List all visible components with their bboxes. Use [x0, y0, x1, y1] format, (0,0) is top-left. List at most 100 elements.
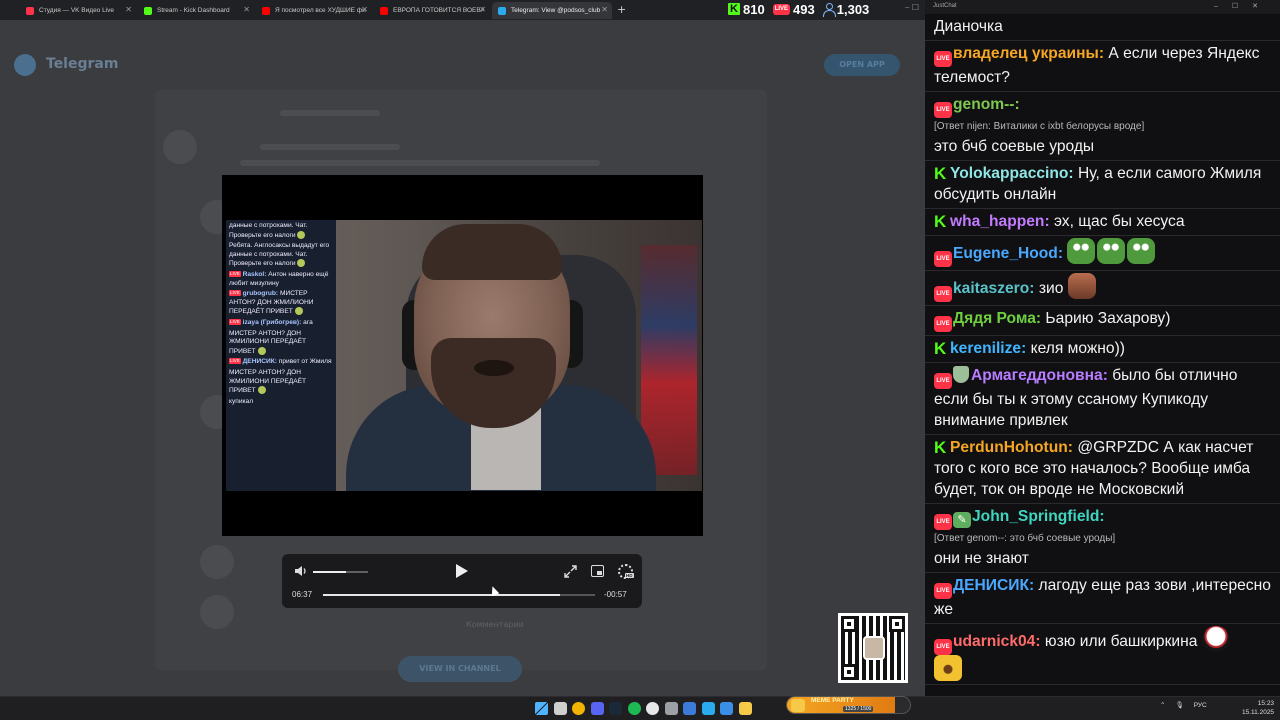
picture-in-picture-icon[interactable]	[591, 565, 604, 577]
browser-tab[interactable]: Stream - Kick Dashboard ✕	[138, 2, 254, 19]
chat-nickname[interactable]: udarnick04:	[953, 633, 1041, 650]
emote-icon	[257, 386, 266, 395]
chat-message: LIVE Армагеддоновна: было бы отлично если…	[925, 363, 1280, 435]
obs-icon[interactable]	[646, 702, 659, 715]
comments-label[interactable]: Комментарии	[466, 620, 524, 629]
window-controls[interactable]: ⎯ ☐	[905, 3, 919, 13]
chat-message: LIVE Eugene_Hood:	[925, 236, 1280, 271]
chat-nickname[interactable]: kerenilize:	[950, 340, 1026, 357]
shield-badge-icon	[953, 366, 969, 383]
video-chat-text: привет от Жмиля	[278, 358, 332, 366]
chat-text: юзю или башкиркина	[1044, 633, 1198, 650]
browser-tab[interactable]: ЕВРОПА ГОТОВИТСЯ ВОЕВАТЬ...✕	[374, 2, 490, 19]
meme-party-progress: MEME PARTY 1325 / 1500	[786, 696, 911, 714]
tab-close-icon[interactable]: ✕	[125, 5, 132, 14]
search-icon[interactable]	[553, 702, 567, 715]
browser-window: Студия — VK Видео Live ✕ Stream - Kick Das…	[0, 0, 925, 696]
remaining-time: -00:57	[604, 590, 627, 599]
chat-panel: JustChat –☐✕ Дианочка LIVE владелец украин…	[925, 0, 1280, 696]
chat-nickname[interactable]: genom--:	[953, 96, 1020, 113]
new-tab-button[interactable]: +	[617, 3, 626, 16]
window-controls[interactable]: –☐✕	[1214, 2, 1272, 10]
explorer-icon[interactable]	[738, 702, 752, 715]
post-placeholder	[240, 160, 600, 166]
windows-start-icon[interactable]	[535, 702, 548, 715]
total-viewer-count: 1,303	[836, 1, 870, 17]
chat-reply-quote: [Ответ nijen: Виталики с ixbt белорусы в…	[934, 121, 1145, 132]
video-chat-nick: Raskol:	[242, 270, 267, 278]
video-chat-line: МИСТЕР АНТОН? ДОН ЖМИЛИОНИ ПЕРЕДАЁТ ПРИВ…	[229, 330, 333, 357]
steam-icon[interactable]	[609, 702, 622, 715]
chat-message: LIVE ДЕНИСИК: лагоду еще раз зови ,интере…	[925, 573, 1280, 624]
volume-level	[313, 571, 346, 573]
chrome-icon[interactable]	[572, 702, 585, 715]
pen-badge-icon: ✎	[953, 512, 971, 528]
tab-favicon-icon	[380, 6, 388, 15]
chat-nickname[interactable]: Дядя Рома:	[953, 310, 1041, 327]
tab-title: Telegram: View @podsos_club	[511, 7, 601, 14]
play-icon[interactable]	[455, 563, 469, 579]
app-icon[interactable]	[664, 702, 678, 715]
spotify-icon[interactable]	[627, 702, 641, 715]
video-chat-line: МИСТЕР АНТОН? ДОН ЖМИЛИОНИ ПЕРЕДАЁТ ПРИВ…	[229, 369, 333, 396]
tab-close-icon[interactable]: ✕	[243, 5, 250, 14]
telegram-icon[interactable]	[701, 702, 715, 715]
chat-text: это бчб соевые уроды	[934, 138, 1095, 155]
seek-bar[interactable]	[323, 594, 595, 596]
vk-live-badge-icon: LIVE	[934, 639, 952, 655]
tab-close-icon[interactable]: ✕	[601, 5, 608, 14]
frog-emote-icon	[1067, 238, 1096, 264]
volume-slider[interactable]	[313, 571, 368, 573]
chat-nickname[interactable]: kaitaszero:	[953, 280, 1034, 297]
chat-nickname[interactable]: ДЕНИСИК:	[953, 577, 1034, 594]
video-player[interactable]: данные с потрохами. Чат. Проверьте его н…	[222, 175, 703, 536]
browser-tab[interactable]: Я посмотрел все ХУДШИЕ фи... ✕	[256, 2, 372, 19]
video-chat-text: ага	[303, 318, 313, 326]
chat-nickname[interactable]: Yolokappaccino:	[950, 165, 1074, 182]
clock[interactable]: 15:23 15.11.2025	[1242, 699, 1274, 717]
discord-icon[interactable]	[590, 702, 604, 715]
vk-live-icon: LIVE	[229, 270, 241, 277]
language-indicator[interactable]: РУС	[1194, 702, 1207, 709]
tray-chevron-icon[interactable]: ⌃	[1160, 701, 1165, 709]
video-chat-line: LIVE izaya (Грибогрев): ага	[229, 318, 333, 328]
quality-badge: HD	[625, 573, 634, 578]
vk-live-badge-icon: LIVE	[934, 251, 952, 267]
media-player-icon[interactable]	[683, 702, 696, 715]
emote-icon	[294, 307, 303, 316]
qr-finder	[841, 616, 857, 632]
video-chat-text: МИСТЕР АНТОН? ДОН ЖМИЛИОНИ ПЕРЕДАЁТ ПРИВ…	[229, 329, 307, 355]
open-app-button[interactable]: OPEN APP	[824, 54, 900, 76]
microphone-icon[interactable]: 🎙	[1175, 701, 1183, 709]
meme-party-count: 1325 / 1500	[843, 706, 874, 712]
chat-nickname[interactable]: wha_happen:	[950, 213, 1050, 230]
vk-live-badge-icon: LIVE	[934, 286, 952, 302]
chat-nickname[interactable]: Армагеддоновна:	[971, 367, 1108, 384]
chat-message: LIVE kaitaszero: зио	[925, 271, 1280, 306]
view-in-channel-button[interactable]: VIEW IN CHANNEL	[398, 656, 522, 682]
vk-live-badge-icon: LIVE	[934, 102, 952, 118]
kick-badge-icon: K	[934, 212, 947, 231]
vk-live-icon: LIVE	[229, 318, 241, 325]
tab-close-icon[interactable]: ✕	[361, 5, 368, 14]
fullscreen-icon[interactable]	[564, 565, 577, 578]
telegram-logo-icon	[14, 54, 36, 76]
chat-nickname[interactable]: Eugene_Hood:	[953, 245, 1063, 262]
seek-progress	[323, 594, 560, 596]
qr-code	[838, 613, 908, 683]
browser-tab[interactable]: Студия — VK Видео Live ✕	[20, 2, 136, 19]
volume-icon[interactable]	[294, 565, 308, 577]
vk-live-badge-icon: LIVE	[934, 514, 952, 530]
chat-nickname[interactable]: PerdunHohotun:	[950, 439, 1073, 456]
chat-text: эх, щас бы хесуса	[1053, 213, 1185, 230]
vk-live-badge-icon: LIVE	[934, 373, 952, 389]
browser-tab[interactable]: Telegram: View @podsos_club ✕	[492, 2, 612, 19]
tab-close-icon[interactable]: ✕	[479, 5, 486, 14]
chat-text: зио	[1038, 280, 1064, 297]
person-mouth	[474, 360, 514, 376]
vk-live-icon: LIVE	[772, 3, 791, 15]
chat-nickname[interactable]: John_Springfield:	[972, 508, 1105, 525]
vscode-icon[interactable]	[720, 702, 733, 715]
chat-text: Дианочка	[934, 18, 1003, 35]
chat-nickname[interactable]: владелец украины:	[953, 45, 1104, 62]
